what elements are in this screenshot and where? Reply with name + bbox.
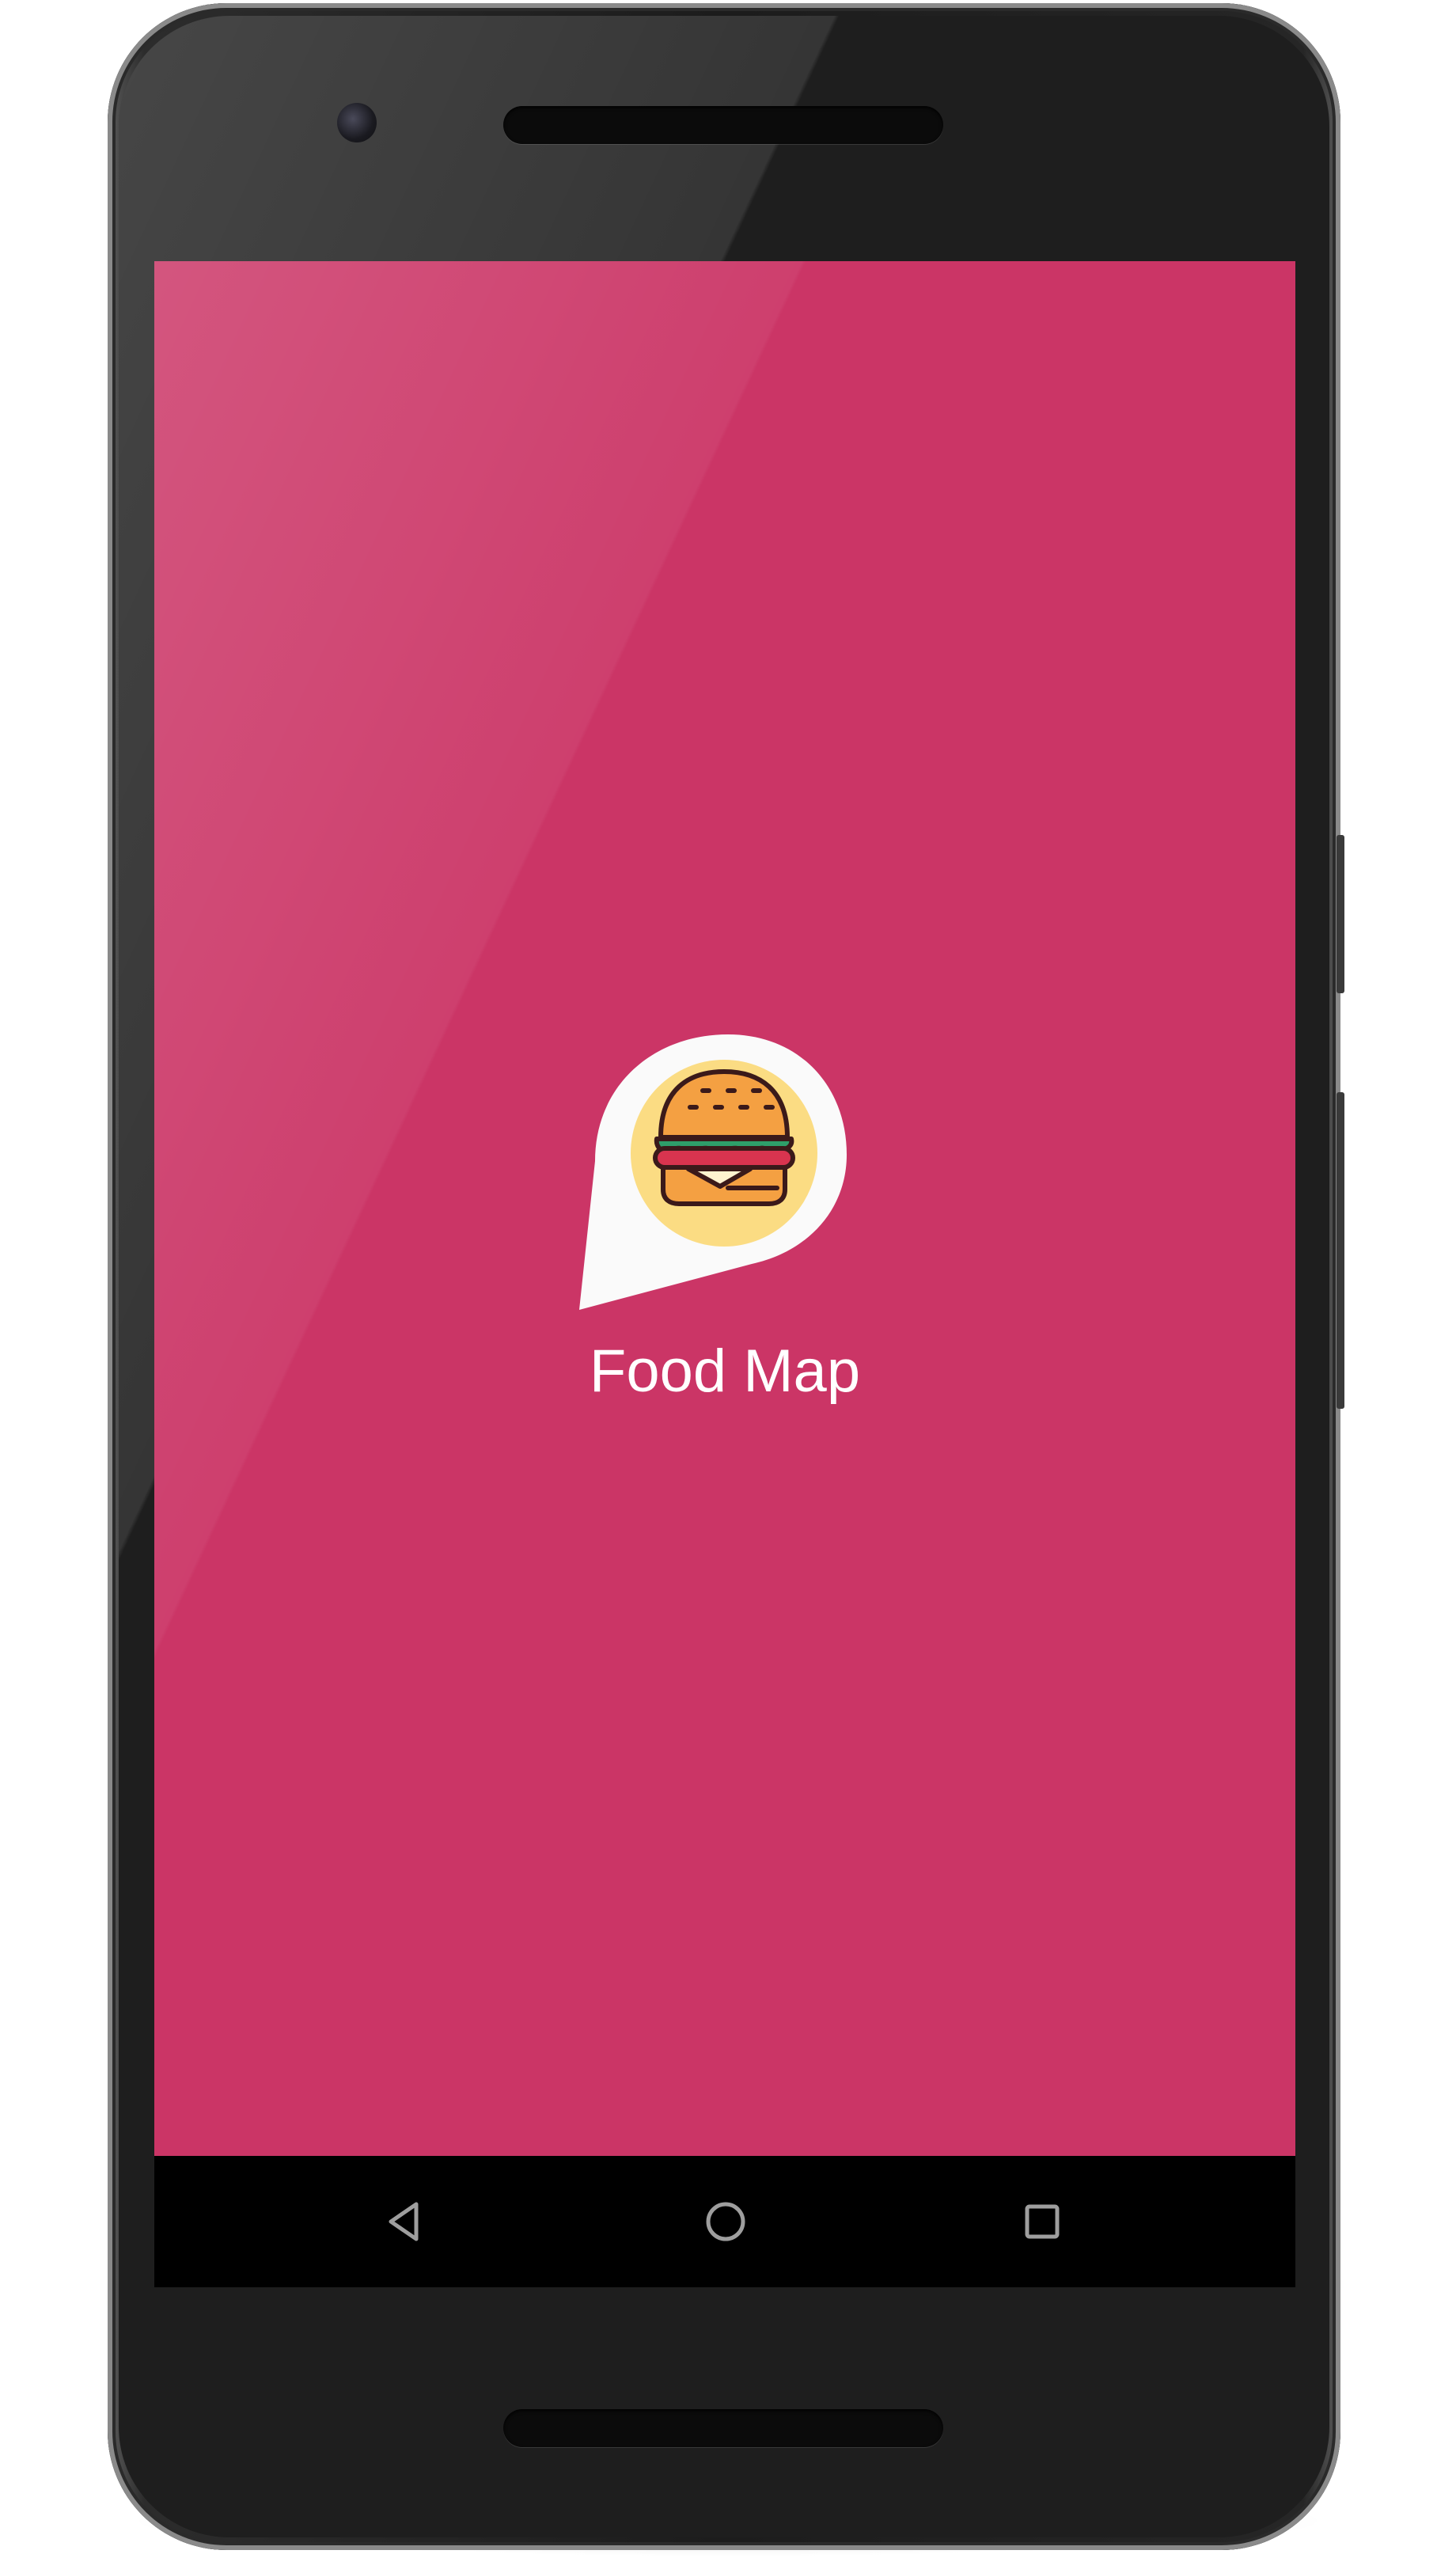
splash-screen: Food Map [154, 261, 1295, 2156]
bottom-speaker [503, 2409, 943, 2447]
device-frame-page: Food Map [0, 0, 1456, 2573]
back-button[interactable] [373, 2190, 437, 2253]
app-name-label: Food Map [589, 1338, 861, 1405]
top-speaker [503, 106, 943, 144]
home-button[interactable] [694, 2190, 757, 2253]
android-nav-bar [154, 2156, 1295, 2287]
recents-button[interactable] [1010, 2190, 1074, 2253]
power-button [1337, 1092, 1344, 1409]
volume-button [1337, 835, 1344, 993]
burger-map-pin-icon [570, 1003, 878, 1311]
circle-home-icon [706, 2202, 745, 2241]
square-recents-icon [1025, 2204, 1060, 2239]
front-camera [337, 103, 377, 142]
triangle-back-icon [389, 2202, 419, 2241]
